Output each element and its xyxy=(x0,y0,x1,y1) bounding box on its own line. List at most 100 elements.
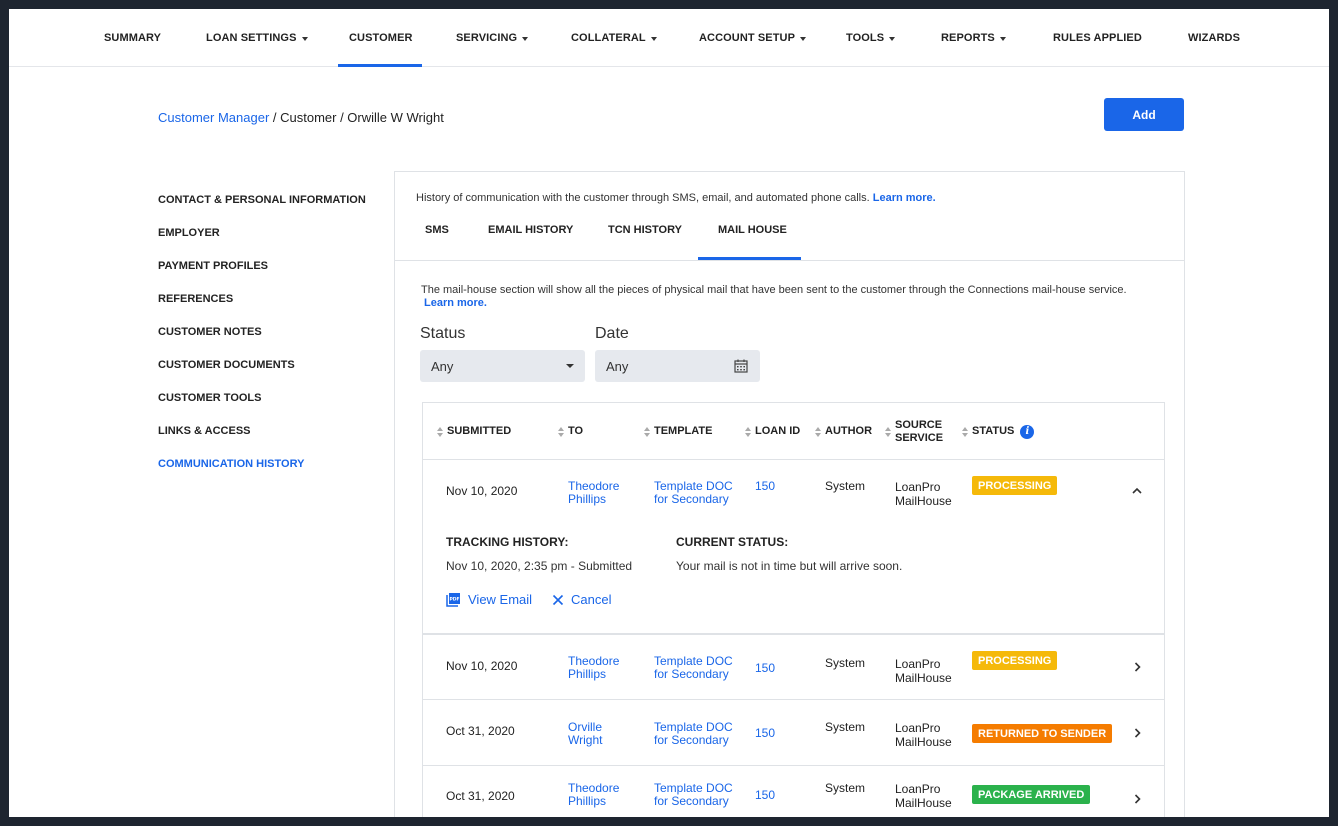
panel-intro-text: History of communication with the custom… xyxy=(416,192,873,204)
nav-tools[interactable]: TOOLS xyxy=(846,9,896,67)
nav-account-setup-label: ACCOUNT SETUP xyxy=(699,32,796,44)
row-template-link[interactable]: Template DOC for Secondary xyxy=(654,480,733,506)
tab-mail-house[interactable]: MAIL HOUSE xyxy=(718,224,787,236)
row-template-line2: for Secondary xyxy=(654,733,729,747)
caret-down-icon xyxy=(889,36,896,41)
row-template-link[interactable]: Template DOC for Secondary xyxy=(654,721,733,747)
row-source-line1: LoanPro xyxy=(895,657,941,671)
nav-reports[interactable]: REPORTS xyxy=(941,9,1006,67)
cancel-button[interactable]: Cancel xyxy=(552,592,611,607)
tab-tcn-history[interactable]: TCN HISTORY xyxy=(608,224,682,236)
column-header-template[interactable]: TEMPLATE xyxy=(643,403,712,460)
side-item-customer-notes[interactable]: CUSTOMER NOTES xyxy=(158,326,262,338)
intro-learn-more-link[interactable]: Learn more. xyxy=(873,192,936,204)
row-to-link[interactable]: Theodore Phillips xyxy=(568,655,619,681)
tab-email-history[interactable]: EMAIL HISTORY xyxy=(488,224,573,236)
side-item-contact-personal-information[interactable]: CONTACT & PERSONAL INFORMATION xyxy=(158,194,366,206)
chevron-right-icon[interactable] xyxy=(1134,794,1141,804)
nav-rules-applied[interactable]: RULES APPLIED xyxy=(1053,9,1142,67)
nav-collateral-label: COLLATERAL xyxy=(571,32,646,44)
tabs-divider xyxy=(395,260,1184,261)
column-header-submitted[interactable]: SUBMITTED xyxy=(436,403,511,460)
nav-loan-settings[interactable]: LOAN SETTINGS xyxy=(206,9,308,67)
nav-summary[interactable]: SUMMARY xyxy=(104,9,161,67)
column-header-source-service[interactable]: SOURCE SERVICE xyxy=(884,403,943,460)
mail-house-description-text: The mail-house section will show all the… xyxy=(421,284,1127,296)
column-header-author-label: AUTHOR xyxy=(825,425,873,437)
mail-house-table: SUBMITTED TO TEMPLATE LOAN ID AUTHOR SOU… xyxy=(422,402,1165,817)
row-template-link[interactable]: Template DOC for Secondary xyxy=(654,655,733,681)
row-source-service: LoanPro MailHouse xyxy=(895,782,952,810)
status-filter-select[interactable]: Any xyxy=(420,350,585,382)
column-header-loan-id[interactable]: LOAN ID xyxy=(744,403,800,460)
column-header-loan-id-label: LOAN ID xyxy=(755,425,801,437)
caret-down-icon xyxy=(800,36,807,41)
column-header-submitted-label: SUBMITTED xyxy=(447,425,512,437)
row-to-line2: Phillips xyxy=(568,667,607,681)
date-filter-input[interactable]: Any xyxy=(595,350,760,382)
add-button[interactable]: Add xyxy=(1104,98,1184,131)
column-header-author[interactable]: AUTHOR xyxy=(814,403,872,460)
caret-down-icon xyxy=(566,364,574,368)
status-filter-label: Status xyxy=(420,325,466,342)
row-template-line1: Template DOC xyxy=(654,479,733,493)
app-window: SUMMARY LOAN SETTINGS CUSTOMER SERVICING… xyxy=(9,9,1329,817)
side-item-links-access[interactable]: LINKS & ACCESS xyxy=(158,425,251,437)
side-item-references[interactable]: REFERENCES xyxy=(158,293,233,305)
side-item-customer-documents[interactable]: CUSTOMER DOCUMENTS xyxy=(158,359,295,371)
row-template-link[interactable]: Template DOC for Secondary xyxy=(654,782,733,808)
side-item-customer-tools[interactable]: CUSTOMER TOOLS xyxy=(158,392,262,404)
row-divider xyxy=(423,699,1164,700)
tracking-history-title: TRACKING HISTORY: xyxy=(446,535,569,549)
row-template-line1: Template DOC xyxy=(654,781,733,795)
section-learn-more-link[interactable]: Learn more. xyxy=(424,297,487,309)
nav-customer[interactable]: CUSTOMER xyxy=(349,9,413,67)
tab-sms[interactable]: SMS xyxy=(425,224,449,236)
info-icon[interactable]: i xyxy=(1020,424,1035,439)
column-header-source-service-label: SOURCE SERVICE xyxy=(895,419,943,445)
communication-history-panel: History of communication with the custom… xyxy=(394,171,1185,817)
nav-wizards[interactable]: WIZARDS xyxy=(1188,9,1240,67)
chevron-right-icon[interactable] xyxy=(1134,728,1141,738)
row-source-line2: MailHouse xyxy=(895,796,952,810)
sort-icon xyxy=(644,426,650,437)
chevron-right-icon[interactable] xyxy=(1134,662,1141,672)
row-author: System xyxy=(825,656,866,670)
row-to-link[interactable]: Theodore Phillips xyxy=(568,480,619,506)
column-header-source-line1: SOURCE xyxy=(895,418,943,431)
row-loan-id-link[interactable]: 150 xyxy=(755,727,775,740)
column-header-status[interactable]: STATUS i xyxy=(961,403,1035,460)
view-email-button[interactable]: PDF View Email xyxy=(446,592,532,607)
row-template-line1: Template DOC xyxy=(654,654,733,668)
breadcrumb-customer-manager-link[interactable]: Customer Manager xyxy=(158,110,269,125)
column-header-to[interactable]: TO xyxy=(557,403,583,460)
row-loan-id-link[interactable]: 150 xyxy=(755,662,775,675)
row-to-line1: Orville xyxy=(568,720,603,734)
current-status-text: Your mail is not in time but will arrive… xyxy=(676,559,903,573)
chevron-up-icon[interactable] xyxy=(1132,487,1142,494)
sort-icon xyxy=(558,426,564,437)
current-status-title: CURRENT STATUS: xyxy=(676,535,789,549)
row-author: System xyxy=(825,781,866,795)
nav-servicing[interactable]: SERVICING xyxy=(456,9,529,67)
row-submitted: Nov 10, 2020 xyxy=(446,659,518,673)
side-item-payment-profiles[interactable]: PAYMENT PROFILES xyxy=(158,260,268,272)
breadcrumb-current: / Customer / Orwille W Wright xyxy=(269,110,444,125)
row-divider xyxy=(423,765,1164,766)
row-template-line2: for Secondary xyxy=(654,667,729,681)
side-item-communication-history[interactable]: COMMUNICATION HISTORY xyxy=(158,458,304,470)
row-to-link[interactable]: Theodore Phillips xyxy=(568,782,619,808)
row-loan-id-link[interactable]: 150 xyxy=(755,789,775,802)
row-source-service: LoanPro MailHouse xyxy=(895,721,952,749)
row-to-line1: Theodore xyxy=(568,781,620,795)
status-filter-value: Any xyxy=(431,358,454,374)
row-loan-id-link[interactable]: 150 xyxy=(755,480,775,493)
nav-account-setup[interactable]: ACCOUNT SETUP xyxy=(699,9,807,67)
status-badge: PROCESSING xyxy=(972,651,1058,670)
nav-collateral[interactable]: COLLATERAL xyxy=(571,9,657,67)
side-item-employer[interactable]: EMPLOYER xyxy=(158,227,220,239)
sort-icon xyxy=(815,426,821,437)
row-to-line1: Theodore xyxy=(568,654,620,668)
close-icon xyxy=(552,594,564,605)
row-to-link[interactable]: Orville Wright xyxy=(568,721,602,747)
